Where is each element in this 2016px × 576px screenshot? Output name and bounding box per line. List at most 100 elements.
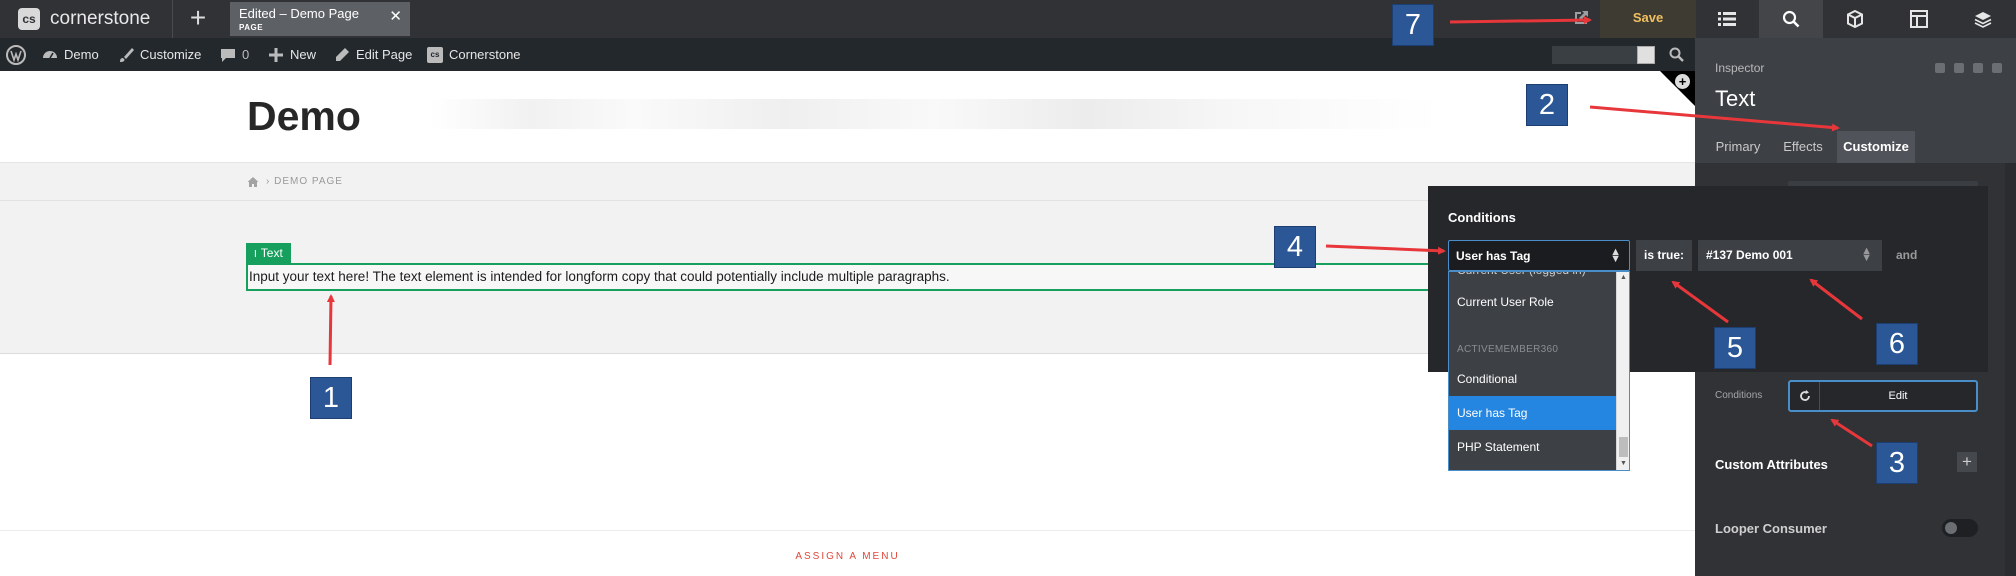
dashboard-icon (43, 50, 57, 58)
text-element-tag[interactable]: I Text (246, 243, 291, 263)
top-toolbar: cs cornerstone + Edited – Demo Page PAGE… (0, 0, 2016, 38)
conditions-control: Edit (1788, 380, 1978, 412)
annotation-badge-3: 3 (1876, 442, 1918, 484)
wp-admin-bar: Demo Customize 0 New Edit Page cs Corner… (0, 38, 1695, 71)
conditions-popover-title: Conditions (1448, 210, 1516, 225)
breadcrumb-current-page: › DEMO PAGE (266, 176, 343, 187)
annotation-badge-6: 6 (1876, 323, 1918, 365)
select-arrows-icon: ▲ ▼ (1861, 245, 1872, 264)
save-button[interactable]: Save (1600, 0, 1696, 38)
dropdown-option-user-has-tag[interactable]: User has Tag (1449, 396, 1616, 430)
trash-icon[interactable] (1973, 63, 1983, 73)
scroll-up-icon[interactable]: ▲ (1620, 274, 1627, 281)
condition-type-dropdown[interactable]: Current User (logged in) Current User Ro… (1448, 271, 1630, 471)
pencil-icon (336, 47, 349, 61)
select-arrows-icon: ▲ ▼ (1610, 246, 1621, 265)
toolbar-divider (172, 0, 173, 38)
comment-icon (221, 48, 235, 62)
text-element-content[interactable]: Input your text here! The text element i… (249, 269, 950, 284)
admin-bar-comments-count: 0 (242, 47, 250, 62)
admin-bar-edit-page-label: Edit Page (356, 47, 413, 62)
brush-icon (120, 47, 134, 62)
inspector-title: Text (1715, 86, 1756, 111)
text-element[interactable]: Input your text here! The text element i… (246, 263, 1431, 291)
user-name-redacted[interactable] (1552, 46, 1642, 64)
inspector-scrollbar[interactable] (2005, 163, 2016, 576)
dropdown-scrollbar-thumb[interactable] (1619, 437, 1628, 457)
inspector-actions (1935, 63, 2002, 73)
dropdown-scrollbar[interactable]: ▲ ▼ (1616, 272, 1629, 470)
looper-consumer-toggle[interactable] (1942, 519, 1978, 537)
custom-attributes-label: Custom Attributes (1715, 457, 1828, 472)
cs-icon: cs (427, 46, 443, 63)
home-icon[interactable] (247, 176, 259, 188)
search-icon[interactable] (1759, 0, 1823, 38)
admin-search-icon[interactable] (1669, 47, 1684, 62)
dropdown-options: Current User (logged in) Current User Ro… (1449, 272, 1616, 470)
add-document-button[interactable]: + (184, 2, 212, 36)
admin-bar-cornerstone-label: Cornerstone (449, 47, 521, 62)
admin-bar-new[interactable]: New (268, 38, 316, 71)
tab-primary[interactable]: Primary (1707, 131, 1769, 163)
text-cursor-icon: I (254, 249, 257, 260)
list-icon[interactable] (1695, 0, 1759, 38)
annotation-badge-2: 2 (1526, 84, 1568, 126)
text-element-tag-label: Text (260, 246, 283, 260)
plus-icon (269, 47, 283, 62)
document-tab[interactable]: Edited – Demo Page PAGE ✕ (230, 2, 410, 36)
looper-consumer-label: Looper Consumer (1715, 521, 1827, 536)
annotation-badge-5: 5 (1714, 327, 1756, 369)
admin-bar-edit-page[interactable]: Edit Page (334, 38, 412, 71)
assign-menu-link[interactable]: ASSIGN A MENU (0, 551, 1695, 562)
cube-icon[interactable] (1823, 0, 1887, 38)
avatar[interactable] (1637, 46, 1655, 64)
add-custom-attribute-button[interactable]: + (1957, 452, 1977, 472)
annotation-badge-7: 7 (1392, 4, 1434, 46)
wordpress-logo-icon[interactable] (6, 38, 26, 71)
scroll-down-icon[interactable]: ▼ (1620, 460, 1627, 467)
blurred-navigation (430, 99, 1440, 129)
inspector-header: Inspector Text Primary Effects Customize (1695, 38, 2016, 163)
site-title[interactable]: Demo (247, 93, 361, 140)
admin-bar-new-label: New (290, 47, 317, 62)
dropdown-option-current-user-role[interactable]: Current User Role (1449, 285, 1616, 319)
duplicate-icon[interactable] (1954, 63, 1964, 73)
external-link-icon[interactable] (1572, 9, 1590, 27)
cornerstone-logo: cs (18, 8, 40, 30)
site-footer: ASSIGN A MENU (0, 530, 1695, 576)
admin-bar-site[interactable]: Demo (42, 38, 99, 71)
conditions-edit-button[interactable]: Edit (1820, 382, 1976, 410)
annotation-badge-1: 1 (310, 377, 352, 419)
admin-bar-customize-label: Customize (140, 47, 202, 62)
admin-bar-comments[interactable]: 0 (220, 38, 249, 71)
condition-type-select[interactable]: User has Tag ▲ ▼ (1448, 240, 1630, 271)
condition-type-value: User has Tag (1456, 249, 1531, 263)
condition-and-button[interactable]: and (1896, 248, 1917, 262)
settings-icon[interactable] (1992, 63, 2002, 73)
conditions-label: Conditions (1715, 390, 1763, 401)
layout-icon[interactable] (1887, 0, 1951, 38)
inspector-label: Inspector (1715, 61, 1765, 75)
tab-customize[interactable]: Customize (1837, 131, 1915, 163)
site-header: Demo (0, 71, 1695, 163)
annotation-badge-4: 4 (1274, 226, 1316, 268)
refresh-icon[interactable] (1790, 382, 1820, 410)
close-tab-icon[interactable]: ✕ (389, 7, 402, 25)
dropdown-option-conditional[interactable]: Conditional (1449, 362, 1616, 396)
admin-bar-site-label: Demo (64, 47, 99, 62)
condition-value-select[interactable]: #137 Demo 001 ▲ ▼ (1698, 240, 1882, 271)
move-icon[interactable] (1935, 63, 1945, 73)
tab-effects[interactable]: Effects (1775, 131, 1831, 163)
document-tab-type: PAGE (239, 23, 264, 32)
toggle-knob (1945, 522, 1957, 534)
condition-value: #137 Demo 001 (1706, 248, 1793, 262)
app-name: cornerstone (50, 8, 151, 29)
condition-operator[interactable]: is true: (1636, 240, 1692, 271)
document-tab-title: Edited – Demo Page (239, 6, 359, 21)
admin-bar-customize[interactable]: Customize (118, 38, 201, 71)
dropdown-option-php-statement[interactable]: PHP Statement (1449, 430, 1616, 464)
dropdown-group-label: ACTIVEMEMBER360 (1457, 344, 1559, 355)
layers-icon[interactable] (1951, 0, 2015, 38)
admin-bar-cornerstone[interactable]: cs Cornerstone (427, 38, 521, 71)
add-element-icon[interactable]: + (1675, 74, 1690, 89)
